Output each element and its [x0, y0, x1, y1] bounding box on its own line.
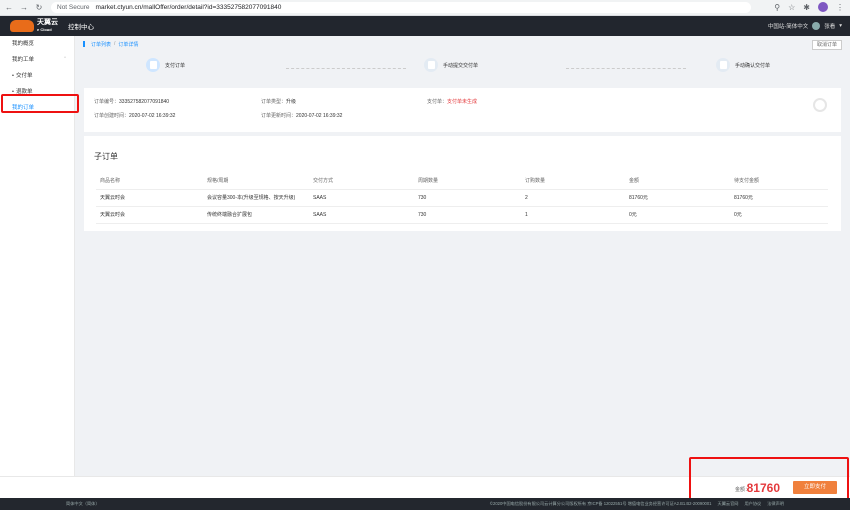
payment-status: 支付单：支付单未生成 — [427, 99, 478, 105]
step-confirm-delivery: 手动确认交付单 — [716, 58, 770, 72]
step-label: 手动提交交付单 — [443, 62, 479, 69]
console-title[interactable]: 控制中心 — [68, 21, 94, 31]
ctyun-logo[interactable]: 天翼云 e Cloud — [10, 19, 58, 33]
step-connector — [566, 68, 686, 69]
main-content: 订单列表 / 订单详情 取消订单 支付订单 手动提交交付单 手动确认交付单 订单… — [76, 36, 850, 476]
order-progress-steps: 支付订单 手动提交交付单 手动确认交付单 — [76, 54, 850, 84]
forward-icon[interactable]: → — [18, 2, 30, 14]
region-selector[interactable]: 中国站-简体中文 — [768, 22, 808, 30]
bookmark-star-icon[interactable]: ☆ — [788, 3, 795, 12]
footer-copyright: ©2020中国电信股份有限公司云计算分公司版权所有 京ICP备 12022551… — [489, 501, 712, 506]
sub-orders-table: 商品名称 规格/周期 交付方式 周期数量 订购数量 金额 待支付金额 天翼云时会… — [96, 173, 828, 224]
chrome-menu-icon[interactable]: ⋮ — [836, 3, 844, 12]
order-type: 订单类型：升级 — [261, 99, 297, 105]
logo-text: 天翼云 — [37, 19, 58, 26]
order-created-time: 订单创建时间：2020-07-02 16:39:32 — [94, 113, 176, 119]
back-icon[interactable]: ← — [3, 2, 15, 14]
col-product: 商品名称 — [96, 173, 203, 190]
order-watermark-icon — [813, 98, 827, 112]
footer-link-official[interactable]: 天翼云官网 — [718, 501, 739, 507]
top-navbar: 天翼云 e Cloud 控制中心 中国站-简体中文 张看 ▾ — [0, 16, 850, 36]
browser-toolbar: ← → ↻ Not Secure market.ctyun.cn/mallOff… — [0, 0, 850, 16]
user-name[interactable]: 张看 — [824, 22, 835, 30]
reload-icon[interactable]: ↻ — [33, 2, 45, 14]
breadcrumb-order-list[interactable]: 订单列表 — [91, 41, 111, 48]
security-indicator[interactable]: Not Secure — [57, 4, 90, 11]
sidebar-item-delivery[interactable]: 交付单 — [0, 68, 74, 84]
extensions-icon[interactable]: ✱ — [803, 3, 810, 12]
sidebar-item-tickets[interactable]: 我的工单 ˆ — [0, 52, 74, 68]
order-updated-time: 订单更新时间：2020-07-02 16:39:32 — [261, 113, 343, 119]
sidebar-item-overview[interactable]: 我的概览 — [0, 36, 74, 52]
table-header-row: 商品名称 规格/周期 交付方式 周期数量 订购数量 金额 待支付金额 — [96, 173, 828, 190]
footer-link-agreement[interactable]: 用户协议 — [744, 501, 761, 507]
submit-step-icon — [424, 58, 438, 72]
url-text[interactable]: market.ctyun.cn/mallOffer/order/detail?i… — [96, 4, 282, 11]
pay-step-icon — [146, 58, 160, 72]
col-spec: 规格/周期 — [203, 173, 309, 190]
sidebar-item-label: 我的工单 — [12, 57, 35, 63]
chevron-down-icon[interactable]: ▾ — [839, 23, 842, 29]
table-row: 天翼云时会 会议容量300-本(升级至规格、按天升级) SAAS 730 2 8… — [96, 189, 828, 207]
col-period: 周期数量 — [414, 173, 521, 190]
logo-subtext: e Cloud — [37, 27, 52, 32]
step-label: 支付订单 — [165, 62, 186, 69]
footer: 简体中文（简体） ©2020中国电信股份有限公司云计算分公司版权所有 京ICP备… — [0, 498, 850, 510]
col-delivery: 交付方式 — [309, 173, 414, 190]
col-amount: 金额 — [625, 173, 730, 190]
profile-avatar[interactable] — [818, 2, 828, 12]
step-pay-order: 支付订单 — [146, 58, 185, 72]
sub-orders-title: 子订单 — [94, 152, 118, 161]
cloud-logo-icon — [10, 20, 34, 32]
step-label: 手动确认交付单 — [735, 62, 771, 69]
sub-orders-card: 子订单 商品名称 规格/周期 交付方式 周期数量 订购数量 金额 待支付金额 天… — [84, 136, 841, 231]
table-row: 天翼云时会 传统终端融合扩展包 SAAS 730 1 0元 0元 — [96, 206, 828, 224]
highlight-box-sidebar — [1, 94, 79, 113]
user-avatar[interactable] — [812, 22, 821, 30]
step-submit-delivery: 手动提交交付单 — [424, 58, 478, 72]
footer-link-legal[interactable]: 法律声明 — [767, 501, 784, 507]
zoom-icon[interactable]: ⚲ — [774, 3, 780, 12]
col-quantity: 订购数量 — [521, 173, 625, 190]
address-bar[interactable]: Not Secure market.ctyun.cn/mallOffer/ord… — [51, 2, 751, 13]
breadcrumb-marker — [83, 41, 85, 47]
order-number: 订单编号：333527582077091840 — [94, 99, 170, 105]
col-pending-amount: 待支付金额 — [730, 173, 828, 190]
breadcrumb-order-detail: 订单详情 — [118, 42, 139, 48]
breadcrumb-separator: / — [114, 41, 116, 47]
chevron-up-icon: ˆ — [64, 57, 66, 63]
confirm-step-icon — [716, 58, 730, 72]
order-info-card: 订单编号：333527582077091840 订单类型：升级 支付单：支付单未… — [84, 88, 841, 132]
cancel-order-button[interactable]: 取消订单 — [811, 40, 842, 50]
step-connector — [286, 68, 406, 69]
breadcrumb: 订单列表 / 订单详情 — [83, 41, 138, 48]
footer-language[interactable]: 简体中文（简体） — [66, 501, 100, 507]
